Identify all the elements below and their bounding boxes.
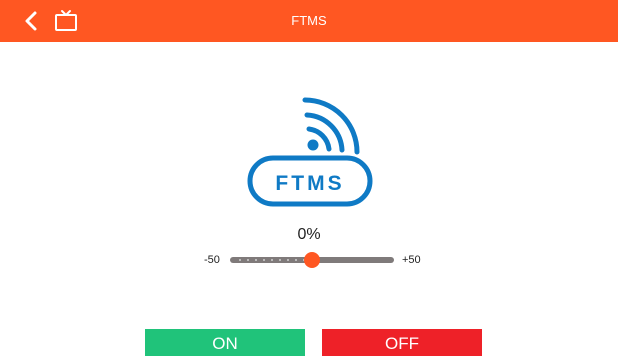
top-app-bar: FTMS (0, 0, 618, 42)
back-button[interactable] (22, 10, 42, 32)
ftms-screen: FTMS FTMS 0% -50 +50 ON OFF (0, 0, 618, 356)
chevron-left-icon (25, 11, 37, 31)
on-button[interactable]: ON (145, 329, 305, 356)
off-button[interactable]: OFF (322, 329, 482, 356)
page-title: FTMS (291, 13, 327, 28)
slider-ticks (236, 259, 306, 261)
tv-button[interactable] (54, 9, 78, 33)
slider-min-label: -50 (204, 254, 220, 266)
tv-icon (55, 10, 77, 31)
ftms-logo: FTMS (247, 94, 373, 208)
resistance-value: 0% (297, 226, 321, 243)
slider-max-label: +50 (402, 254, 421, 266)
logo-text: FTMS (275, 172, 344, 195)
resistance-slider[interactable] (230, 252, 394, 268)
slider-thumb[interactable] (304, 252, 320, 268)
wifi-icon: FTMS (247, 97, 373, 207)
